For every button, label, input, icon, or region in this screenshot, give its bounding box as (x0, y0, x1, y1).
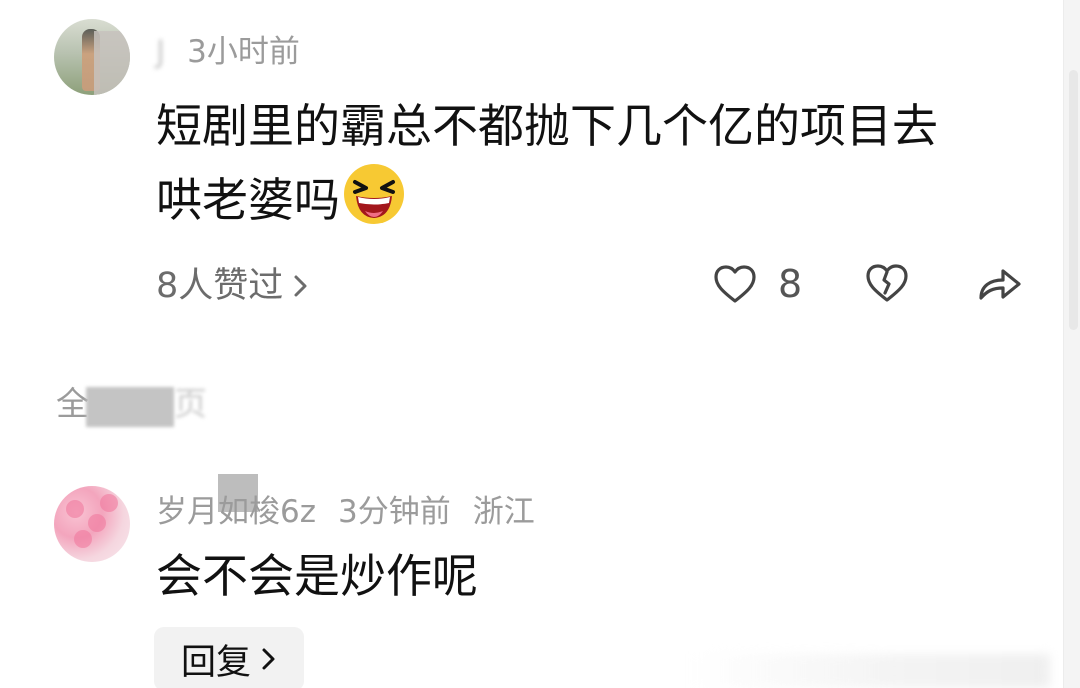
avatar-flower-petal (66, 500, 84, 518)
comment-meta: J 3小时前 (156, 32, 300, 72)
comment-location: 浙江 (472, 494, 535, 530)
section-title-suffix: 页 (174, 384, 207, 423)
grinning-squinting-face-icon (344, 164, 404, 224)
share-button[interactable] (973, 262, 1025, 306)
comment-text-line-2-text: 哄老婆吗 (156, 173, 340, 227)
avatar-flower-petal (74, 530, 92, 548)
broken-heart-icon (866, 264, 908, 302)
comment-meta: 岁月如梭6z 3分钟前 浙江 (156, 492, 535, 532)
heart-outline-icon (714, 265, 756, 303)
section-title-mosaic (86, 387, 174, 427)
like-count: 8 (778, 262, 803, 306)
dislike-button[interactable] (864, 262, 910, 304)
like-button[interactable]: 8 (712, 261, 802, 307)
likes-link-label: 8人赞过 (156, 266, 284, 306)
comment-text: 会不会是炒作呢 (156, 549, 478, 603)
reply-button[interactable]: 回复 (154, 627, 304, 688)
share-arrow-icon (979, 269, 1021, 300)
avatar[interactable] (54, 486, 130, 562)
chevron-right-icon (262, 648, 275, 670)
comment-text-line-2: 哄老婆吗 (156, 162, 406, 236)
chevron-right-icon (294, 275, 307, 297)
avatar-blur-mask (94, 31, 130, 95)
username[interactable]: 岁月如梭6z (156, 492, 316, 532)
avatar[interactable] (54, 19, 130, 95)
reply-button-label: 回复 (180, 642, 251, 683)
section-title-prefix: 全 (56, 384, 89, 423)
scrollbar-thumb[interactable] (1069, 70, 1078, 330)
comment-time: 3小时前 (187, 34, 300, 70)
likes-link[interactable]: 8人赞过 (156, 264, 309, 308)
avatar-flower-petal (100, 494, 118, 512)
scrollbar-track[interactable] (1063, 0, 1080, 688)
bottom-shadow (690, 654, 1050, 688)
comment-text-line-1: 短剧里的霸总不都抛下几个亿的项目去 (156, 99, 938, 153)
comment-time: 3分钟前 (338, 494, 451, 530)
username[interactable]: J (156, 32, 165, 72)
comment-thread: J 3小时前 短剧里的霸总不都抛下几个亿的项目去 哄老婆吗 8人赞过 8 全 页… (0, 0, 1080, 688)
avatar-flower-petal (88, 514, 106, 532)
